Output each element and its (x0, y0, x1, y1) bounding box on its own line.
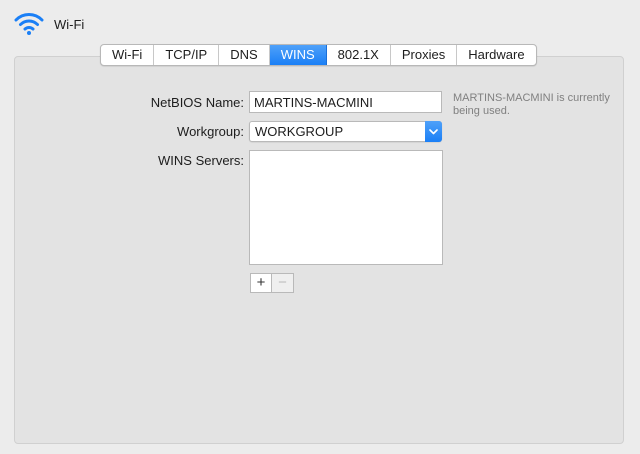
tab-proxies[interactable]: Proxies (391, 45, 458, 65)
remove-server-button[interactable]: − (272, 273, 294, 293)
chevron-down-icon[interactable] (425, 121, 442, 142)
tab-bar: Wi-Fi TCP/IP DNS WINS 802.1X Proxies Har… (100, 44, 537, 66)
netbios-name-label: NetBIOS Name: (150, 95, 244, 110)
tab-8021x[interactable]: 802.1X (327, 45, 391, 65)
workgroup-select[interactable]: WORKGROUP (249, 121, 442, 142)
tab-wifi[interactable]: Wi-Fi (101, 45, 155, 65)
workgroup-label: Workgroup: (177, 124, 244, 139)
window-title: Wi-Fi (54, 16, 85, 32)
wifi-icon (14, 13, 44, 35)
add-server-button[interactable]: + (250, 273, 272, 293)
netbios-hint: MARTINS-MACMINI is currently being used. (453, 92, 610, 117)
window-header: Wi-Fi (14, 10, 84, 38)
tab-tcpip[interactable]: TCP/IP (154, 45, 220, 65)
netbios-name-input[interactable] (249, 91, 442, 113)
wins-servers-list[interactable] (249, 150, 443, 265)
wins-servers-label: WINS Servers: (158, 153, 244, 168)
tab-dns[interactable]: DNS (219, 45, 270, 65)
list-controls: + − (250, 273, 294, 293)
workgroup-value: WORKGROUP (255, 124, 344, 139)
tab-hardware[interactable]: Hardware (457, 45, 535, 65)
tab-wins[interactable]: WINS (269, 45, 327, 65)
